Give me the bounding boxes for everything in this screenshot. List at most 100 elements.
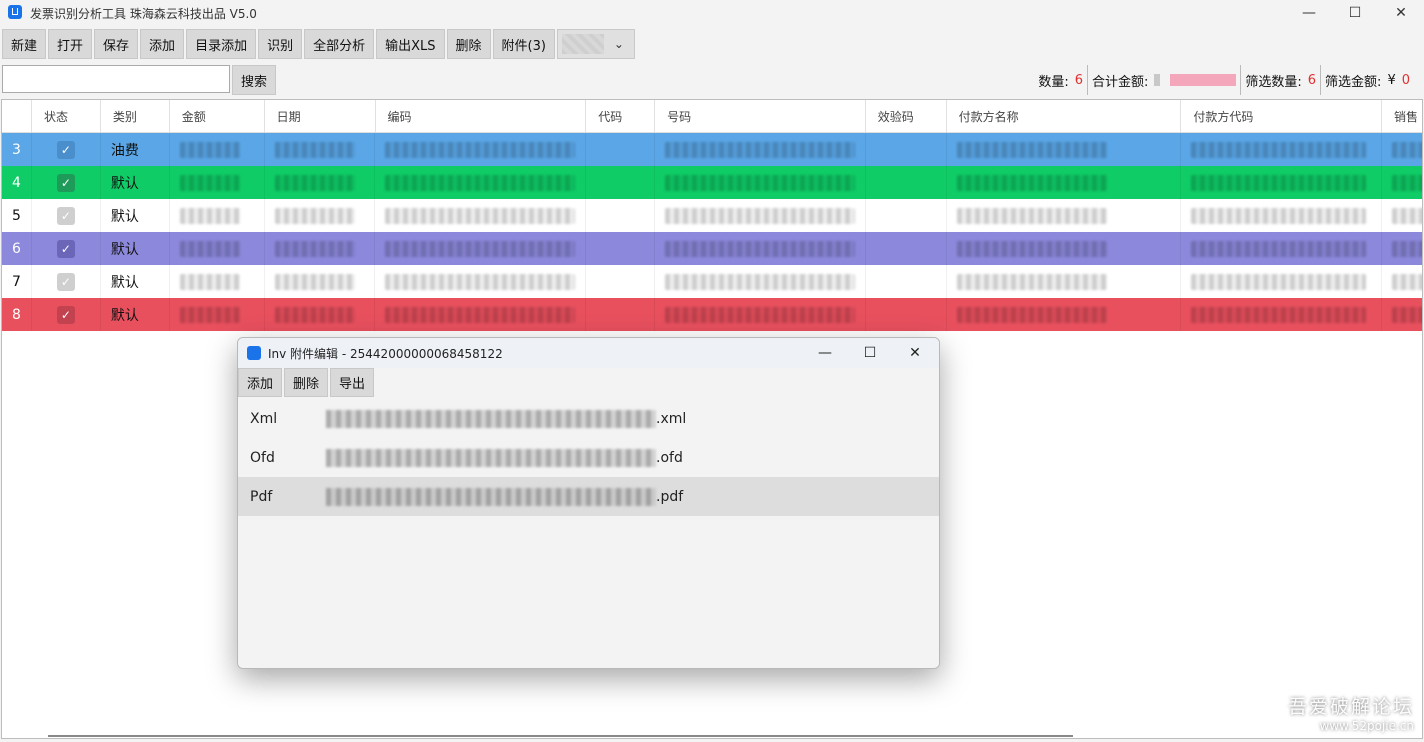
blurred-cell[interactable]: [866, 265, 947, 298]
dialog-close-button[interactable]: ✕: [892, 338, 938, 368]
blurred-cell[interactable]: [170, 166, 265, 199]
row-index[interactable]: 6: [2, 232, 32, 265]
column-header-seller[interactable]: 销售: [1382, 100, 1422, 132]
blurred-cell[interactable]: [655, 298, 866, 331]
open-button[interactable]: 打开: [48, 29, 93, 59]
blurred-cell[interactable]: [866, 166, 947, 199]
blurred-cell[interactable]: [375, 265, 587, 298]
delete-button[interactable]: 删除: [446, 29, 491, 59]
blurred-cell[interactable]: [265, 232, 376, 265]
blurred-cell[interactable]: [655, 133, 866, 166]
blurred-cell[interactable]: [1382, 199, 1422, 232]
blurred-cell[interactable]: [1181, 265, 1383, 298]
blurred-cell[interactable]: [375, 298, 587, 331]
blurred-cell[interactable]: [947, 166, 1182, 199]
recognize-button[interactable]: 识别: [258, 29, 303, 59]
blurred-cell[interactable]: [947, 298, 1182, 331]
column-header-payer-name[interactable]: 付款方名称: [947, 100, 1182, 132]
column-header-amount[interactable]: 金额: [170, 100, 265, 132]
blurred-cell[interactable]: [375, 199, 587, 232]
column-header-payer-code[interactable]: 付款方代码: [1181, 100, 1383, 132]
blurred-cell[interactable]: [1181, 298, 1383, 331]
column-header-code[interactable]: 编码: [376, 100, 587, 132]
blurred-cell[interactable]: [170, 265, 265, 298]
column-header-invoice-code[interactable]: 代码: [586, 100, 656, 132]
attachment-item[interactable]: Pdf .pdf: [238, 477, 939, 516]
status-checkbox[interactable]: ✓: [56, 272, 75, 291]
blurred-cell[interactable]: [1382, 166, 1422, 199]
blurred-cell[interactable]: [586, 199, 656, 232]
row-index[interactable]: 8: [2, 298, 32, 331]
blurred-cell[interactable]: [655, 232, 866, 265]
minimize-button[interactable]: —: [1286, 0, 1332, 26]
blurred-cell[interactable]: [655, 199, 866, 232]
blurred-cell[interactable]: [866, 298, 947, 331]
blurred-cell[interactable]: [170, 133, 265, 166]
close-button[interactable]: ✕: [1378, 0, 1424, 26]
status-cell[interactable]: ✓: [32, 166, 101, 199]
horizontal-scrollbar[interactable]: [48, 735, 1073, 737]
blurred-cell[interactable]: [375, 166, 587, 199]
status-checkbox[interactable]: ✓: [56, 140, 75, 159]
new-button[interactable]: 新建: [2, 29, 47, 59]
attachment-item[interactable]: Ofd .ofd: [238, 438, 939, 477]
column-header-status[interactable]: 状态: [32, 100, 101, 132]
analyze-all-button[interactable]: 全部分析: [304, 29, 375, 59]
status-cell[interactable]: ✓: [32, 265, 101, 298]
column-header-category[interactable]: 类别: [101, 100, 170, 132]
blurred-cell[interactable]: [170, 232, 265, 265]
table-row[interactable]: 6 ✓ 默认: [2, 232, 1422, 265]
search-input[interactable]: [2, 65, 230, 93]
blurred-cell[interactable]: [265, 298, 376, 331]
blurred-cell[interactable]: [1181, 166, 1383, 199]
column-header-number[interactable]: 号码: [655, 100, 866, 132]
category-cell[interactable]: 默认: [101, 232, 170, 265]
column-header-check-code[interactable]: 效验码: [866, 100, 947, 132]
blurred-cell[interactable]: [947, 199, 1182, 232]
blurred-cell[interactable]: [586, 265, 656, 298]
table-row[interactable]: 8 ✓ 默认: [2, 298, 1422, 331]
blurred-cell[interactable]: [586, 166, 656, 199]
category-dropdown[interactable]: ⌄: [556, 29, 635, 59]
blurred-cell[interactable]: [947, 232, 1182, 265]
status-cell[interactable]: ✓: [32, 199, 101, 232]
attachment-item[interactable]: Xml .xml: [238, 399, 939, 438]
blurred-cell[interactable]: [655, 166, 866, 199]
table-row[interactable]: 7 ✓ 默认: [2, 265, 1422, 298]
table-row[interactable]: 4 ✓ 默认: [2, 166, 1422, 199]
status-cell[interactable]: ✓: [32, 298, 101, 331]
blurred-cell[interactable]: [655, 265, 866, 298]
blurred-cell[interactable]: [866, 199, 947, 232]
attachments-button[interactable]: 附件(3): [492, 29, 555, 59]
maximize-button[interactable]: ☐: [1332, 0, 1378, 26]
table-row[interactable]: 3 ✓ 油费: [2, 133, 1422, 166]
blurred-cell[interactable]: [866, 133, 947, 166]
row-index[interactable]: 4: [2, 166, 32, 199]
row-index[interactable]: 3: [2, 133, 32, 166]
status-checkbox[interactable]: ✓: [56, 173, 75, 192]
status-cell[interactable]: ✓: [32, 133, 101, 166]
export-xls-button[interactable]: 输出XLS: [376, 29, 445, 59]
blurred-cell[interactable]: [586, 133, 656, 166]
dialog-add-button[interactable]: 添加: [238, 368, 283, 397]
category-cell[interactable]: 默认: [101, 199, 170, 232]
row-index[interactable]: 7: [2, 265, 32, 298]
status-checkbox[interactable]: ✓: [56, 305, 75, 324]
blurred-cell[interactable]: [265, 166, 376, 199]
category-cell[interactable]: 默认: [101, 166, 170, 199]
blurred-cell[interactable]: [375, 232, 587, 265]
blurred-cell[interactable]: [947, 133, 1182, 166]
blurred-cell[interactable]: [1181, 199, 1383, 232]
dialog-delete-button[interactable]: 删除: [284, 368, 329, 397]
blurred-cell[interactable]: [265, 199, 376, 232]
blurred-cell[interactable]: [1382, 265, 1422, 298]
add-button[interactable]: 添加: [140, 29, 185, 59]
add-directory-button[interactable]: 目录添加: [186, 29, 257, 59]
blurred-cell[interactable]: [1181, 133, 1383, 166]
blurred-cell[interactable]: [265, 265, 376, 298]
row-index[interactable]: 5: [2, 199, 32, 232]
blurred-cell[interactable]: [586, 232, 656, 265]
blurred-cell[interactable]: [170, 199, 265, 232]
column-header-index[interactable]: [2, 100, 32, 132]
status-cell[interactable]: ✓: [32, 232, 101, 265]
